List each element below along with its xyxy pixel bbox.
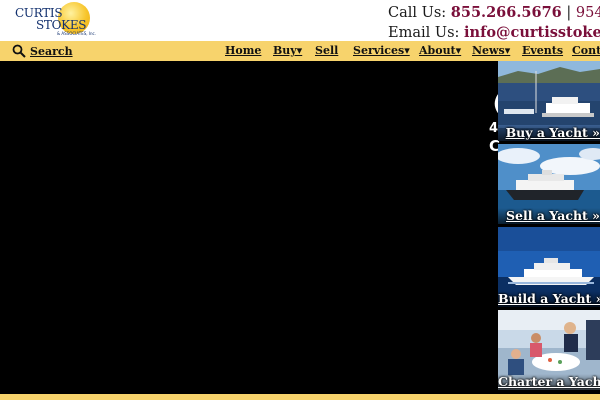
tile-sell-yacht[interactable]: Sell a Yacht » <box>498 144 600 224</box>
search-label: Search <box>30 44 73 58</box>
footer-strip <box>0 394 600 400</box>
tile-sell-label[interactable]: Sell a Yacht » <box>498 208 600 223</box>
search-button[interactable]: Search <box>12 42 73 60</box>
hero-video[interactable]: ( 4 C Buy a Yacht » Sell a Yacht » Build… <box>0 61 600 394</box>
nav-events[interactable]: Events <box>522 44 563 57</box>
tile-buy-yacht[interactable]: Buy a Yacht » <box>498 61 600 141</box>
service-tiles: Buy a Yacht » Sell a Yacht » Build a Yac… <box>498 61 600 394</box>
tile-buy-label[interactable]: Buy a Yacht » <box>498 125 600 140</box>
email-link[interactable]: info@curtisstokes.net <box>464 24 600 41</box>
tile-build-yacht[interactable]: Build a Yacht » <box>498 227 600 307</box>
contact-info: Call Us: 855.266.5676 | 954.684.0 Email … <box>388 3 600 41</box>
nav-sell[interactable]: Sell <box>315 44 338 57</box>
nav-services[interactable]: Services▾ <box>353 44 410 57</box>
main-nav: Search Home Buy▾ Sell Services▾ About▾ N… <box>0 41 600 61</box>
site-header: CURTIS STOKES & ASSOCIATES, Inc. Call Us… <box>0 0 600 41</box>
phone-link[interactable]: 855.266.5676 <box>451 4 562 21</box>
nav-home[interactable]: Home <box>225 44 261 57</box>
overlay-line-2: 4 <box>489 121 499 136</box>
call-label: Call Us: <box>388 5 447 21</box>
tile-charter-yacht[interactable]: Charter a Yacht » <box>498 310 600 390</box>
tile-charter-label[interactable]: Charter a Yacht » <box>498 374 600 389</box>
email-label: Email Us: <box>388 25 460 41</box>
nav-buy[interactable]: Buy▾ <box>273 44 302 57</box>
company-logo[interactable]: CURTIS STOKES & ASSOCIATES, Inc. <box>10 0 96 40</box>
nav-contact[interactable]: Conta <box>572 44 600 57</box>
nav-news[interactable]: News▾ <box>472 44 510 57</box>
phone-separator: | <box>566 5 572 21</box>
tile-build-label[interactable]: Build a Yacht » <box>498 291 600 306</box>
logo-line-3: & ASSOCIATES, Inc. <box>57 31 96 36</box>
logo-line-2: STOKES <box>36 18 87 32</box>
phone-line: Call Us: 855.266.5676 | 954.684.0 <box>388 3 600 23</box>
phone-alt-link[interactable]: 954.684.0 <box>576 5 600 21</box>
search-icon <box>12 44 26 58</box>
nav-about[interactable]: About▾ <box>419 44 461 57</box>
email-line: Email Us: info@curtisstokes.net <box>388 23 600 41</box>
